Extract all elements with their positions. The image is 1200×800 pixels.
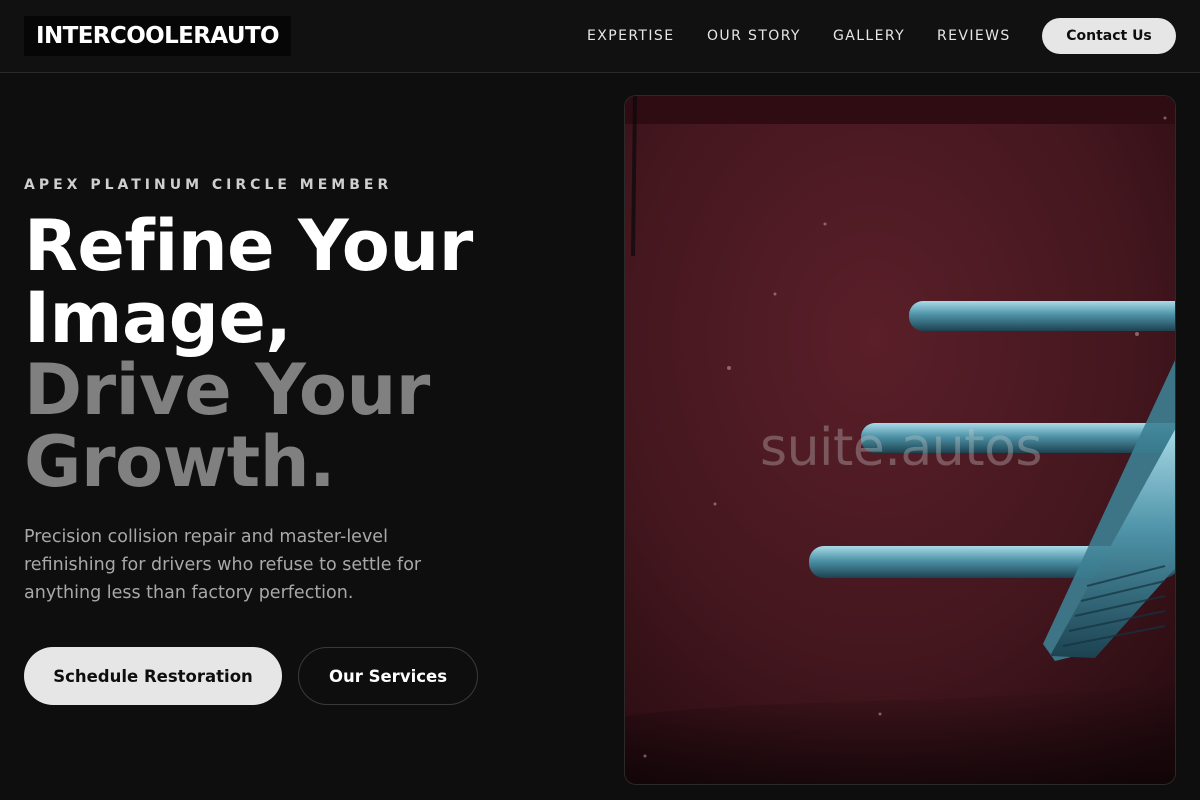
nav-link-our-story[interactable]: OUR STORY <box>707 0 801 72</box>
nav-link-expertise[interactable]: EXPERTISE <box>587 0 674 72</box>
hero-headline: Refine Your Image, Drive Your Growth. <box>24 210 584 498</box>
our-services-button[interactable]: Our Services <box>298 647 478 705</box>
image-watermark: suite.autos <box>759 418 1043 478</box>
hero-car-image: suite.autos <box>624 95 1176 785</box>
headline-line-3: Drive Your <box>24 349 430 431</box>
brand-logo[interactable]: INTERCOOLERAUTO <box>24 16 291 56</box>
schedule-restoration-button[interactable]: Schedule Restoration <box>24 647 282 705</box>
nav-link-reviews-label[interactable]: REVIEWS <box>937 28 1011 44</box>
headline-line-1: Refine Your <box>24 205 473 287</box>
contact-us-button[interactable]: Contact Us <box>1042 18 1176 54</box>
nav-link-expertise-label[interactable]: EXPERTISE <box>587 28 674 44</box>
hero-lead-text: Precision collision repair and master-le… <box>24 527 422 603</box>
nav-link-gallery[interactable]: GALLERY <box>833 0 905 72</box>
nav-link-gallery-label[interactable]: GALLERY <box>833 28 905 44</box>
nav-link-reviews[interactable]: REVIEWS <box>937 0 1011 72</box>
headline-line-2: Image, <box>24 277 292 359</box>
headline-line-4: Growth. <box>24 421 336 503</box>
hero-eyebrow: APEX PLATINUM CIRCLE MEMBER <box>24 177 393 193</box>
nav-link-our-story-label[interactable]: OUR STORY <box>707 28 801 44</box>
site-header: INTERCOOLERAUTO EXPERTISE OUR STORY GALL… <box>0 0 1200 73</box>
